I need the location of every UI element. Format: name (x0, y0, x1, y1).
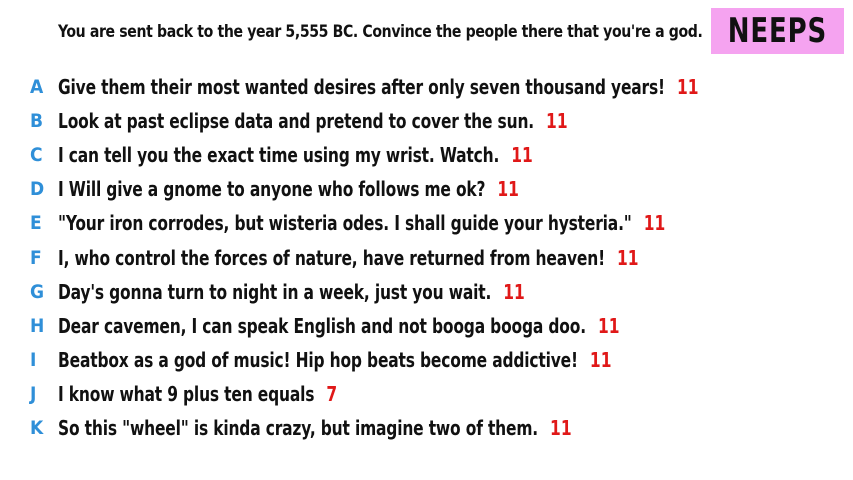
answer-line: Give them their most wanted desires afte… (58, 75, 699, 99)
answer-score: 11 (497, 177, 519, 201)
answer-text: I Will give a gnome to anyone who follow… (58, 177, 486, 201)
answer-text: Day's gonna turn to night in a week, jus… (58, 280, 492, 304)
answer-line: Look at past eclipse data and pretend to… (58, 109, 568, 133)
answer-letter: E (30, 212, 42, 234)
answer-score: 11 (546, 109, 568, 133)
answer-score: 11 (511, 143, 533, 167)
answer-score: 11 (550, 416, 572, 440)
answer-line: So this "wheel" is kinda crazy, but imag… (58, 416, 572, 440)
answer-text: Beatbox as a god of music! Hip hop beats… (58, 348, 578, 372)
answer-line: I can tell you the exact time using my w… (58, 143, 533, 167)
answer-text: So this "wheel" is kinda crazy, but imag… (58, 416, 539, 440)
answer-line: Day's gonna turn to night in a week, jus… (58, 280, 525, 304)
answer-letter: H (30, 315, 45, 337)
answer-score: 11 (589, 348, 612, 372)
answer-text: Look at past eclipse data and pretend to… (58, 109, 535, 133)
player-name: NEEPS (727, 11, 828, 51)
answer-score: 11 (617, 246, 639, 270)
answer-letter: B (30, 110, 44, 132)
answer-line: "Your iron corrodes, but wisteria odes. … (58, 211, 665, 235)
answer-score: 11 (643, 211, 666, 235)
answer-score: 11 (503, 280, 525, 304)
answer-text: Give them their most wanted desires afte… (58, 75, 665, 99)
player-name-badge: NEEPS (711, 8, 844, 54)
answer-letter: I (30, 349, 37, 371)
answer-line: I Will give a gnome to anyone who follow… (58, 177, 519, 201)
answer-line: Dear cavemen, I can speak English and no… (58, 314, 619, 338)
answer-line: I know what 9 plus ten equals 7 (58, 382, 337, 406)
answer-text: Dear cavemen, I can speak English and no… (58, 314, 586, 338)
answer-letter: A (30, 76, 44, 98)
answer-score: 7 (326, 382, 338, 406)
answer-line: Beatbox as a god of music! Hip hop beats… (58, 348, 611, 372)
answer-letter: F (30, 247, 42, 269)
answer-score: 11 (597, 314, 620, 338)
answer-text: I can tell you the exact time using my w… (58, 143, 500, 167)
answer-letter: D (30, 178, 45, 200)
answer-score: 11 (676, 75, 699, 99)
answer-text: "Your iron corrodes, but wisteria odes. … (58, 211, 632, 235)
answer-letter: J (30, 383, 37, 405)
answer-letter: K (30, 417, 44, 439)
prompt-text: You are sent back to the year 5,555 BC. … (58, 22, 703, 42)
answer-line: I, who control the forces of nature, hav… (58, 246, 639, 270)
answer-text: I know what 9 plus ten equals (58, 382, 315, 406)
answer-letter: C (30, 144, 43, 166)
answer-letter: G (30, 281, 45, 303)
answer-text: I, who control the forces of nature, hav… (58, 246, 605, 270)
